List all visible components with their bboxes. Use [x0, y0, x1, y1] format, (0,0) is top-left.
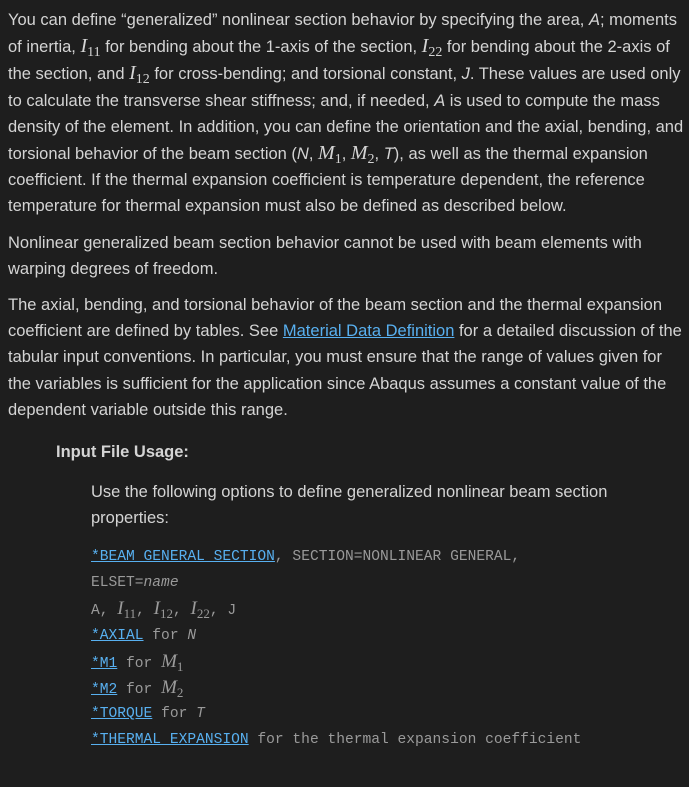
symbol-axial-force: N	[296, 145, 309, 164]
paragraph-generalized-behavior: You can define “generalized” nonlinear s…	[8, 11, 684, 216]
text: for bending about the 1-axis of the sect…	[100, 38, 422, 57]
paragraph-warping-note: Nonlinear generalized beam section behav…	[8, 233, 642, 278]
text: You can define “generalized” nonlinear s…	[8, 11, 589, 29]
thermal-expansion-keyword-link[interactable]: *THERMAL EXPANSION	[91, 732, 249, 748]
paragraph-tables: The axial, bending, and torsional behavi…	[8, 292, 684, 423]
input-file-usage-heading: Input File Usage:	[56, 443, 189, 462]
beam-general-section-keyword-link[interactable]: *BEAM GENERAL SECTION	[91, 549, 275, 565]
m1-keyword-link[interactable]: *M1	[91, 656, 117, 672]
symbol-m1: M1	[318, 142, 342, 168]
code-line: *M1 for M1	[91, 650, 184, 674]
m2-keyword-link[interactable]: *M2	[91, 682, 117, 698]
symbol-m2: M2	[350, 142, 375, 168]
document-body: You can define “generalized” nonlinear s…	[8, 7, 684, 754]
symbol-area: A	[434, 91, 446, 110]
symbol-torque: T	[383, 145, 394, 164]
symbol-i11: I11	[80, 35, 101, 61]
symbol-torsional-constant: J	[461, 65, 470, 84]
material-data-definition-link[interactable]: Material Data Definition	[283, 322, 455, 340]
symbol-area: A	[588, 11, 600, 29]
axial-keyword-link[interactable]: *AXIAL	[91, 628, 144, 644]
code-line: *THERMAL EXPANSION for the thermal expan…	[91, 732, 582, 749]
code-line: ELSET=name	[91, 575, 179, 592]
code-line: *BEAM GENERAL SECTION, SECTION=NONLINEAR…	[91, 549, 521, 566]
input-file-usage-intro: Use the following options to define gene…	[91, 483, 608, 528]
code-line: *AXIAL for N	[91, 627, 197, 644]
text: for cross-bending; and torsional constan…	[149, 65, 462, 84]
symbol-i12: I12	[129, 62, 150, 88]
code-line: *TORQUE for T	[91, 706, 205, 723]
input-file-code-block: *BEAM GENERAL SECTION, SECTION=NONLINEAR…	[91, 544, 684, 754]
torque-keyword-link[interactable]: *TORQUE	[91, 706, 152, 722]
symbol-i22: I22	[421, 35, 443, 61]
code-line: A, I11, I12, I22, J	[91, 598, 237, 622]
code-line: *M2 for M2	[91, 676, 184, 700]
